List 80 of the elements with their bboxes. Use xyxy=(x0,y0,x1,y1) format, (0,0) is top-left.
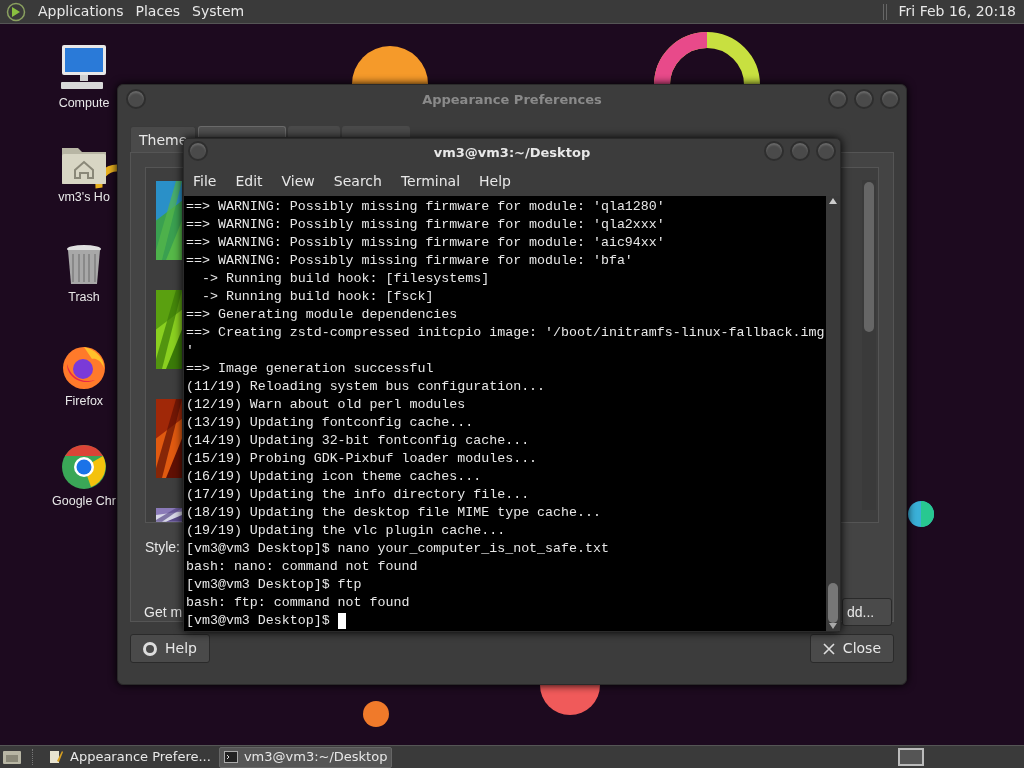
desktop-icon-label[interactable]: Trash xyxy=(68,288,100,307)
terminal-line: (18/19) Updating the desktop file MIME type cache... xyxy=(186,504,601,522)
terminal-line: (19/19) Updating the vlc plugin cache... xyxy=(186,522,506,540)
menu-item[interactable]: Terminal xyxy=(400,171,461,192)
panel-menu[interactable]: Applications xyxy=(38,1,124,22)
show-desktop-icon[interactable] xyxy=(2,749,22,765)
terminal-line: ==> WARNING: Possibly missing firmware for module: 'qla2xxx' xyxy=(186,216,665,234)
terminal-line: ==> WARNING: Possibly missing firmware for module: 'bfa' xyxy=(186,252,633,270)
workspace-switcher[interactable] xyxy=(898,748,924,766)
clock[interactable]: Fri Feb 16, 20:18 xyxy=(898,1,1018,22)
style-label: Style: xyxy=(145,539,180,555)
desktop-icon-label[interactable]: vm3's Ho xyxy=(58,188,110,207)
scrollbar[interactable] xyxy=(862,180,876,510)
terminal-icon xyxy=(223,751,238,763)
terminal-line: ==> WARNING: Possibly missing firmware for module: 'aic94xx' xyxy=(186,234,665,252)
help-button[interactable]: Help xyxy=(130,634,210,663)
computer-icon xyxy=(59,44,109,92)
desktop-icon-label[interactable]: Firefox xyxy=(64,392,104,411)
maximize-button[interactable] xyxy=(790,141,810,161)
tab[interactable] xyxy=(342,126,411,137)
terminal-line: ==> Creating zstd-compressed initcpio image: '/boot/initramfs-linux-fallback.img xyxy=(186,324,825,342)
window-menu-button[interactable] xyxy=(188,141,208,161)
scroll-up-icon xyxy=(829,198,837,204)
terminal-line: -> Running build hook: [fsck] xyxy=(200,288,434,306)
tab[interactable] xyxy=(288,126,341,137)
menu-item[interactable]: Help xyxy=(479,171,511,192)
maximize-button[interactable] xyxy=(854,89,874,109)
paintbrush-icon xyxy=(48,749,64,765)
terminal-line: [vm3@vm3 Desktop]$ ftp xyxy=(186,576,362,594)
terminal-line: ==> WARNING: Possibly missing firmware for module: 'qla1280' xyxy=(186,198,665,216)
panel-menu[interactable]: System xyxy=(192,1,245,22)
terminal-line: ==> Generating module dependencies xyxy=(186,306,458,324)
close-button[interactable] xyxy=(880,89,900,109)
cursor xyxy=(337,613,346,629)
close-icon xyxy=(822,642,835,655)
terminal-line: (15/19) Probing GDK-Pixbuf loader modules... xyxy=(186,450,538,468)
close-button[interactable] xyxy=(816,141,836,161)
terminal-line: bash: nano: command not found xyxy=(186,558,418,576)
taskbar-button[interactable]: Appearance Prefere... xyxy=(44,746,215,768)
firefox-icon xyxy=(61,344,107,390)
terminal-line: (17/19) Updating the info directory file... xyxy=(186,486,530,504)
minimize-button[interactable] xyxy=(764,141,784,161)
get-more-label[interactable]: Get m xyxy=(144,601,183,623)
terminal-line: ==> Image generation successful xyxy=(186,360,434,378)
scroll-thumb[interactable] xyxy=(828,583,838,623)
terminal-line: (11/19) Reloading system bus configuration... xyxy=(186,378,546,396)
terminal-line: bash: ftp: command not found xyxy=(186,594,410,612)
terminal-line: (14/19) Updating 32-bit fontconfig cache... xyxy=(186,432,530,450)
menu-item[interactable]: Edit xyxy=(235,171,263,192)
chrome-icon xyxy=(61,444,107,490)
terminal-line: (13/19) Updating fontconfig cache... xyxy=(186,414,474,432)
menu-logo-icon xyxy=(6,1,26,22)
desktop-icon-label[interactable]: Google Chr xyxy=(52,492,116,511)
terminal-line: [vm3@vm3 Desktop]$ nano your_computer_is_not_safe.txt xyxy=(186,540,609,558)
terminal-line: -> Running build hook: [filesystems] xyxy=(200,270,490,288)
menu-item[interactable]: File xyxy=(193,171,217,192)
taskbar-button[interactable]: vm3@vm3:~/Desktop xyxy=(218,746,393,768)
scroll-thumb[interactable] xyxy=(864,182,874,332)
terminal-line: ' xyxy=(186,342,194,360)
terminal-line: (12/19) Warn about old perl modules xyxy=(186,396,466,414)
wallpaper-circle xyxy=(908,501,934,527)
tab[interactable] xyxy=(198,126,287,137)
window-title: vm3@vm3:~/Desktop xyxy=(433,144,591,163)
desktop-icon-label[interactable]: Compute xyxy=(58,94,110,113)
window-menu-button[interactable] xyxy=(126,89,146,109)
terminal-line: [vm3@vm3 Desktop]$ xyxy=(186,612,331,630)
panel-menu[interactable]: Places xyxy=(135,1,181,22)
trash-icon xyxy=(65,244,103,286)
close-button[interactable]: Close xyxy=(809,634,894,663)
window-title: Appearance Preferences xyxy=(422,91,602,110)
wallpaper-circle xyxy=(363,701,389,727)
wallpaper-ring xyxy=(95,164,118,189)
minimize-button[interactable] xyxy=(828,89,848,109)
add-button[interactable]: dd... xyxy=(842,598,892,626)
help-icon xyxy=(143,641,157,656)
scrollbar[interactable] xyxy=(826,196,840,631)
menu-item[interactable]: View xyxy=(281,171,315,192)
panel-separator-icon xyxy=(882,3,887,20)
terminal-line: (16/19) Updating icon theme caches... xyxy=(186,468,482,486)
menu-item[interactable]: Search xyxy=(333,171,382,192)
